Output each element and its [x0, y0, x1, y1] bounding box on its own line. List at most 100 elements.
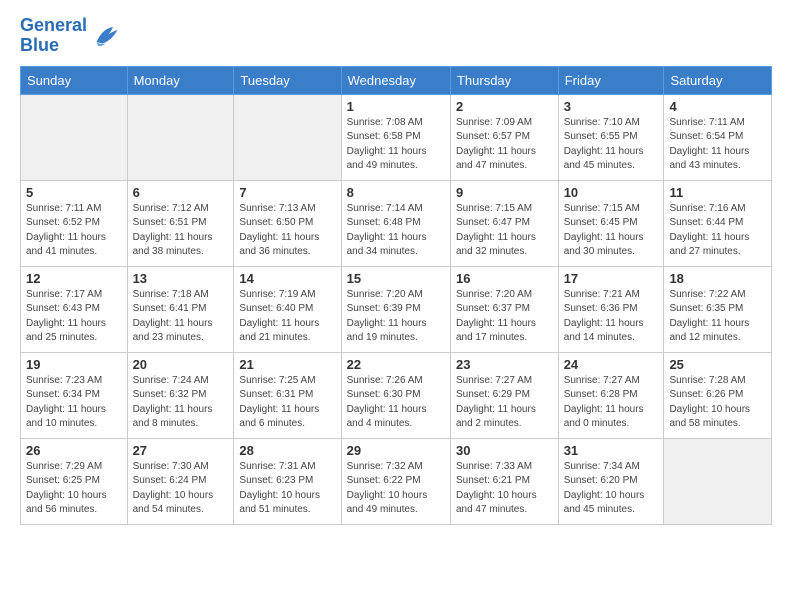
calendar-cell: 12 Sunrise: 7:17 AM Sunset: 6:43 PM Dayli…	[21, 266, 128, 352]
day-number: 12	[26, 271, 122, 286]
day-info: Sunrise: 7:17 AM Sunset: 6:43 PM Dayligh…	[26, 288, 122, 346]
calendar-cell: 23 Sunrise: 7:27 AM Sunset: 6:29 PM Dayli…	[450, 352, 558, 438]
calendar-cell: 21 Sunrise: 7:25 AM Sunset: 6:31 PM Dayli…	[234, 352, 341, 438]
day-info: Sunrise: 7:32 AM Sunset: 6:22 PM Dayligh…	[347, 460, 445, 518]
day-number: 5	[26, 185, 122, 200]
calendar-cell: 10Sunrise: 7:15 AM Sunset: 6:45 PM Dayli…	[558, 180, 664, 266]
weekday-header-wednesday: Wednesday	[341, 66, 450, 94]
calendar-cell: 15Sunrise: 7:20 AM Sunset: 6:39 PM Dayli…	[341, 266, 450, 352]
day-info: Sunrise: 7:23 AM Sunset: 6:34 PM Dayligh…	[26, 374, 122, 432]
day-info: Sunrise: 7:08 AM Sunset: 6:58 PM Dayligh…	[347, 116, 445, 174]
day-number: 1	[347, 99, 445, 114]
page: General Blue SundayMondayTuesdayWednesda…	[0, 0, 792, 612]
day-number: 11	[669, 185, 766, 200]
calendar-cell: 8Sunrise: 7:14 AM Sunset: 6:48 PM Daylig…	[341, 180, 450, 266]
day-number: 9	[456, 185, 553, 200]
calendar-cell: 6 Sunrise: 7:12 AM Sunset: 6:51 PM Daylig…	[127, 180, 234, 266]
calendar-cell: 13 Sunrise: 7:18 AM Sunset: 6:41 PM Dayli…	[127, 266, 234, 352]
day-info: Sunrise: 7:20 AM Sunset: 6:37 PM Dayligh…	[456, 288, 553, 346]
calendar-cell: 9 Sunrise: 7:15 AM Sunset: 6:47 PM Daylig…	[450, 180, 558, 266]
calendar-table: SundayMondayTuesdayWednesdayThursdayFrid…	[20, 66, 772, 525]
calendar-cell: 14Sunrise: 7:19 AM Sunset: 6:40 PM Dayli…	[234, 266, 341, 352]
calendar-cell: 16 Sunrise: 7:20 AM Sunset: 6:37 PM Dayli…	[450, 266, 558, 352]
header: General Blue	[20, 16, 772, 56]
day-number: 16	[456, 271, 553, 286]
weekday-header-saturday: Saturday	[664, 66, 772, 94]
day-info: Sunrise: 7:27 AM Sunset: 6:29 PM Dayligh…	[456, 374, 553, 432]
day-info: Sunrise: 7:27 AM Sunset: 6:28 PM Dayligh…	[564, 374, 659, 432]
logo-blue: Blue	[20, 36, 87, 56]
day-number: 30	[456, 443, 553, 458]
day-number: 20	[133, 357, 229, 372]
calendar-cell: 17 Sunrise: 7:21 AM Sunset: 6:36 PM Dayli…	[558, 266, 664, 352]
day-number: 28	[239, 443, 335, 458]
calendar-cell: 20 Sunrise: 7:24 AM Sunset: 6:32 PM Dayli…	[127, 352, 234, 438]
day-number: 4	[669, 99, 766, 114]
day-info: Sunrise: 7:13 AM Sunset: 6:50 PM Dayligh…	[239, 202, 335, 260]
day-number: 23	[456, 357, 553, 372]
logo-bird-icon	[89, 21, 119, 51]
day-number: 17	[564, 271, 659, 286]
calendar-cell: 18 Sunrise: 7:22 AM Sunset: 6:35 PM Dayli…	[664, 266, 772, 352]
day-info: Sunrise: 7:18 AM Sunset: 6:41 PM Dayligh…	[133, 288, 229, 346]
day-info: Sunrise: 7:14 AM Sunset: 6:48 PM Dayligh…	[347, 202, 445, 260]
day-number: 31	[564, 443, 659, 458]
day-number: 18	[669, 271, 766, 286]
calendar-cell	[234, 94, 341, 180]
day-number: 13	[133, 271, 229, 286]
week-row-4: 26Sunrise: 7:29 AM Sunset: 6:25 PM Dayli…	[21, 438, 772, 524]
logo-general: General	[20, 15, 87, 35]
logo: General Blue	[20, 16, 119, 56]
day-number: 22	[347, 357, 445, 372]
weekday-header-tuesday: Tuesday	[234, 66, 341, 94]
day-info: Sunrise: 7:11 AM Sunset: 6:54 PM Dayligh…	[669, 116, 766, 174]
weekday-header-monday: Monday	[127, 66, 234, 94]
calendar-cell: 27 Sunrise: 7:30 AM Sunset: 6:24 PM Dayli…	[127, 438, 234, 524]
day-number: 29	[347, 443, 445, 458]
calendar-cell: 30Sunrise: 7:33 AM Sunset: 6:21 PM Dayli…	[450, 438, 558, 524]
week-row-0: 1 Sunrise: 7:08 AM Sunset: 6:58 PM Daylig…	[21, 94, 772, 180]
day-number: 14	[239, 271, 335, 286]
day-number: 27	[133, 443, 229, 458]
day-info: Sunrise: 7:15 AM Sunset: 6:47 PM Dayligh…	[456, 202, 553, 260]
day-info: Sunrise: 7:31 AM Sunset: 6:23 PM Dayligh…	[239, 460, 335, 518]
calendar-cell	[21, 94, 128, 180]
calendar-header-row: SundayMondayTuesdayWednesdayThursdayFrid…	[21, 66, 772, 94]
calendar-cell: 25 Sunrise: 7:28 AM Sunset: 6:26 PM Dayli…	[664, 352, 772, 438]
week-row-2: 12 Sunrise: 7:17 AM Sunset: 6:43 PM Dayli…	[21, 266, 772, 352]
day-info: Sunrise: 7:22 AM Sunset: 6:35 PM Dayligh…	[669, 288, 766, 346]
calendar-cell	[664, 438, 772, 524]
day-info: Sunrise: 7:09 AM Sunset: 6:57 PM Dayligh…	[456, 116, 553, 174]
calendar-cell: 24 Sunrise: 7:27 AM Sunset: 6:28 PM Dayli…	[558, 352, 664, 438]
day-info: Sunrise: 7:30 AM Sunset: 6:24 PM Dayligh…	[133, 460, 229, 518]
logo-text: General	[20, 16, 87, 36]
day-info: Sunrise: 7:26 AM Sunset: 6:30 PM Dayligh…	[347, 374, 445, 432]
calendar-cell: 31Sunrise: 7:34 AM Sunset: 6:20 PM Dayli…	[558, 438, 664, 524]
calendar-cell: 19 Sunrise: 7:23 AM Sunset: 6:34 PM Dayli…	[21, 352, 128, 438]
day-info: Sunrise: 7:24 AM Sunset: 6:32 PM Dayligh…	[133, 374, 229, 432]
day-number: 6	[133, 185, 229, 200]
day-info: Sunrise: 7:12 AM Sunset: 6:51 PM Dayligh…	[133, 202, 229, 260]
day-number: 15	[347, 271, 445, 286]
day-number: 19	[26, 357, 122, 372]
calendar-cell	[127, 94, 234, 180]
day-number: 2	[456, 99, 553, 114]
calendar-cell: 1 Sunrise: 7:08 AM Sunset: 6:58 PM Daylig…	[341, 94, 450, 180]
day-number: 7	[239, 185, 335, 200]
day-info: Sunrise: 7:11 AM Sunset: 6:52 PM Dayligh…	[26, 202, 122, 260]
day-number: 21	[239, 357, 335, 372]
day-info: Sunrise: 7:25 AM Sunset: 6:31 PM Dayligh…	[239, 374, 335, 432]
day-info: Sunrise: 7:21 AM Sunset: 6:36 PM Dayligh…	[564, 288, 659, 346]
weekday-header-thursday: Thursday	[450, 66, 558, 94]
calendar-cell: 5 Sunrise: 7:11 AM Sunset: 6:52 PM Daylig…	[21, 180, 128, 266]
calendar-cell: 28 Sunrise: 7:31 AM Sunset: 6:23 PM Dayli…	[234, 438, 341, 524]
day-info: Sunrise: 7:28 AM Sunset: 6:26 PM Dayligh…	[669, 374, 766, 432]
day-number: 25	[669, 357, 766, 372]
day-number: 24	[564, 357, 659, 372]
calendar-cell: 4 Sunrise: 7:11 AM Sunset: 6:54 PM Daylig…	[664, 94, 772, 180]
calendar-cell: 2 Sunrise: 7:09 AM Sunset: 6:57 PM Daylig…	[450, 94, 558, 180]
weekday-header-friday: Friday	[558, 66, 664, 94]
calendar-cell: 11 Sunrise: 7:16 AM Sunset: 6:44 PM Dayli…	[664, 180, 772, 266]
calendar-cell: 22 Sunrise: 7:26 AM Sunset: 6:30 PM Dayli…	[341, 352, 450, 438]
day-info: Sunrise: 7:16 AM Sunset: 6:44 PM Dayligh…	[669, 202, 766, 260]
